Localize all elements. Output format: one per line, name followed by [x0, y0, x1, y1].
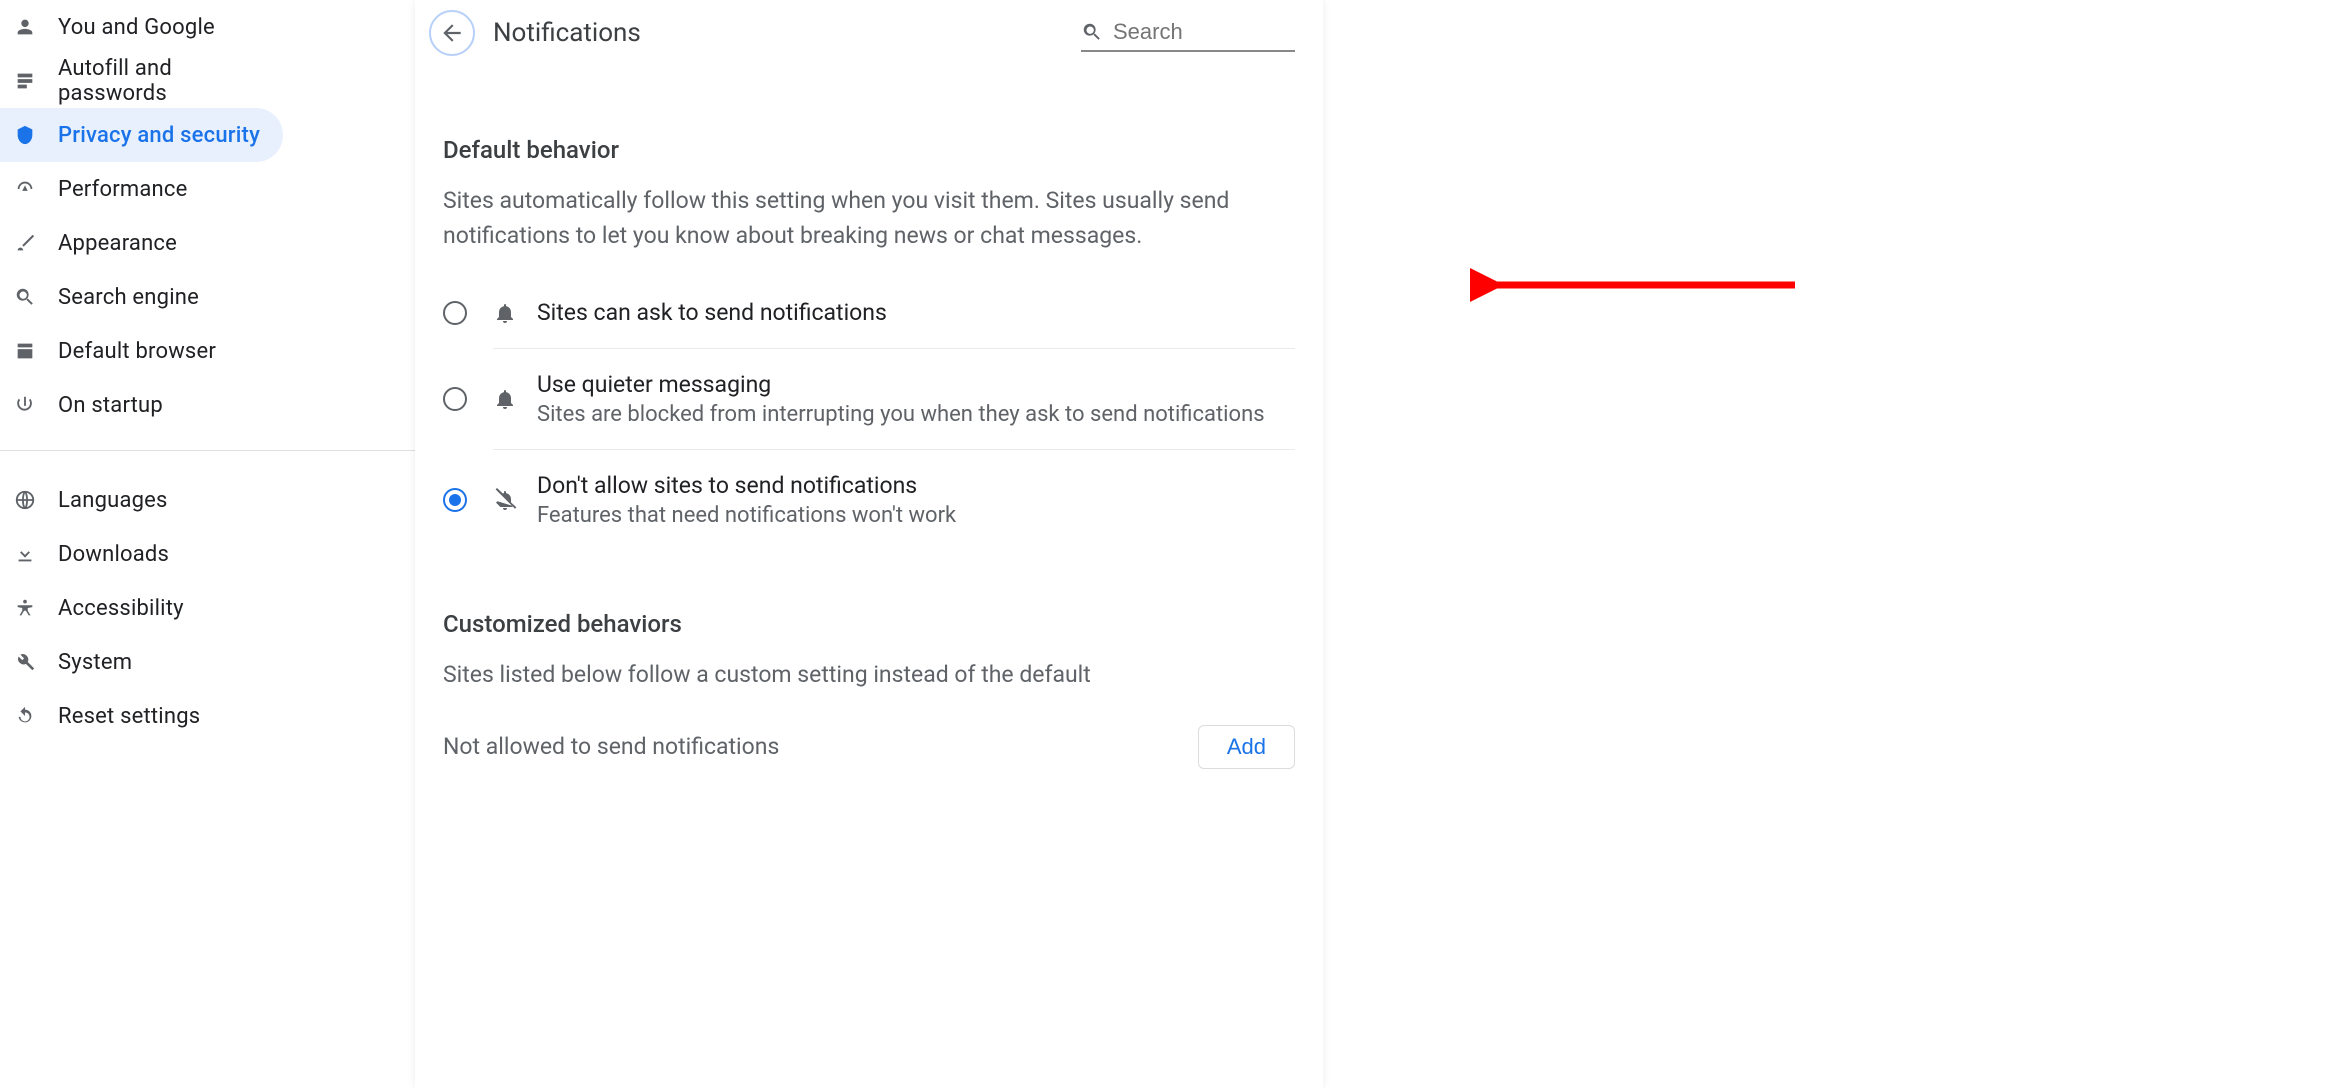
sidebar-item-label: You and Google: [58, 15, 215, 40]
main-panel: Notifications Default behavior Sites aut…: [415, 0, 2352, 1088]
person-icon: [0, 16, 36, 38]
not-allowed-label: Not allowed to send notifications: [443, 733, 779, 760]
option-sites-can-ask[interactable]: Sites can ask to send notifications: [493, 277, 1295, 349]
shield-icon: [0, 124, 36, 146]
sidebar-item-autofill[interactable]: Autofill and passwords: [0, 54, 283, 108]
default-behavior-desc: Sites automatically follow this setting …: [443, 184, 1295, 253]
annotation-arrow-icon: [1470, 265, 1800, 305]
not-allowed-row: Not allowed to send notifications Add: [443, 725, 1295, 769]
power-icon: [0, 394, 36, 416]
option-label: Sites can ask to send notifications: [537, 299, 887, 326]
sidebar-item-label: Accessibility: [58, 596, 184, 621]
option-label: Use quieter messaging: [537, 371, 1265, 398]
wrench-icon: [0, 651, 36, 673]
sidebar-item-label: Privacy and security: [58, 123, 260, 148]
sidebar-item-label: Downloads: [58, 542, 169, 567]
sidebar-item-accessibility[interactable]: Accessibility: [0, 581, 283, 635]
sidebar-item-label: System: [58, 650, 132, 675]
default-behavior-title: Default behavior: [443, 136, 1295, 164]
sidebar-item-appearance[interactable]: Appearance: [0, 216, 283, 270]
bell-icon: [493, 387, 523, 411]
sidebar-item-label: Reset settings: [58, 704, 200, 729]
sidebar-item-label: Autofill and passwords: [58, 56, 283, 106]
option-label: Don't allow sites to send notifications: [537, 472, 956, 499]
default-behavior-options: Sites can ask to send notifications Use …: [443, 277, 1295, 550]
radio-button[interactable]: [443, 387, 467, 411]
add-button[interactable]: Add: [1198, 725, 1295, 769]
search-icon: [1081, 21, 1103, 43]
radio-button[interactable]: [443, 301, 467, 325]
option-dont-allow[interactable]: Don't allow sites to send notifications …: [493, 450, 1295, 550]
sidebar-item-label: Performance: [58, 177, 187, 202]
settings-sidebar: You and Google Autofill and passwords Pr…: [0, 0, 415, 1088]
search-field[interactable]: [1081, 14, 1295, 52]
back-arrow-icon: [439, 20, 465, 46]
sidebar-item-system[interactable]: System: [0, 635, 283, 689]
sidebar-item-downloads[interactable]: Downloads: [0, 527, 283, 581]
sidebar-item-reset[interactable]: Reset settings: [0, 689, 283, 743]
option-sublabel: Features that need notifications won't w…: [537, 503, 956, 528]
sidebar-item-languages[interactable]: Languages: [0, 473, 283, 527]
sidebar-item-label: On startup: [58, 393, 163, 418]
brush-icon: [0, 232, 36, 254]
download-icon: [0, 543, 36, 565]
sidebar-item-performance[interactable]: Performance: [0, 162, 283, 216]
sidebar-item-label: Default browser: [58, 339, 216, 364]
bell-icon: [493, 301, 523, 325]
customized-desc: Sites listed below follow a custom setti…: [443, 658, 1295, 693]
content-header: Notifications: [415, 0, 1323, 66]
sidebar-item-label: Languages: [58, 488, 168, 513]
sidebar-item-privacy-security[interactable]: Privacy and security: [0, 108, 283, 162]
page-title: Notifications: [493, 18, 641, 48]
search-input[interactable]: [1113, 19, 1295, 45]
sidebar-item-label: Search engine: [58, 285, 199, 310]
sidebar-item-label: Appearance: [58, 231, 177, 256]
radio-button[interactable]: [443, 488, 467, 512]
option-quieter-messaging[interactable]: Use quieter messaging Sites are blocked …: [493, 349, 1295, 450]
browser-icon: [0, 340, 36, 362]
globe-icon: [0, 489, 36, 511]
reset-icon: [0, 705, 36, 727]
autofill-icon: [0, 70, 36, 92]
sidebar-item-on-startup[interactable]: On startup: [0, 378, 283, 432]
speed-icon: [0, 178, 36, 200]
option-sublabel: Sites are blocked from interrupting you …: [537, 402, 1265, 427]
back-button[interactable]: [429, 10, 475, 56]
accessibility-icon: [0, 597, 36, 619]
search-icon: [0, 286, 36, 308]
customized-title: Customized behaviors: [443, 610, 1295, 638]
sidebar-item-you-and-google[interactable]: You and Google: [0, 0, 283, 54]
sidebar-item-default-browser[interactable]: Default browser: [0, 324, 283, 378]
sidebar-item-search-engine[interactable]: Search engine: [0, 270, 283, 324]
bell-off-icon: [493, 488, 523, 512]
